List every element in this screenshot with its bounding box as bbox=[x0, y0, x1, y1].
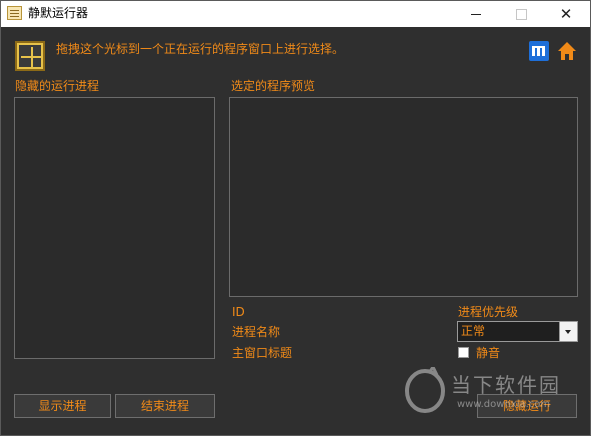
close-icon: ✕ bbox=[559, 5, 573, 23]
hide-run-button[interactable]: 隐藏运行 bbox=[477, 394, 577, 418]
priority-select[interactable]: 正常 bbox=[457, 321, 578, 342]
minimize-icon bbox=[471, 13, 481, 15]
window-title: 静默运行器 bbox=[28, 6, 89, 20]
maximize-button[interactable] bbox=[499, 1, 543, 27]
hidden-processes-label: 隐藏的运行进程 bbox=[15, 79, 100, 93]
watermark-logo-icon bbox=[405, 364, 445, 413]
app-window: 静默运行器 ✕ 拖拽这个光标到一个正在运行的程序窗口上进行选择。 隐藏的运行进程… bbox=[0, 0, 591, 436]
priority-label: 进程优先级 bbox=[458, 305, 519, 319]
program-preview bbox=[229, 97, 578, 297]
process-name-label: 进程名称 bbox=[232, 325, 281, 339]
instruction-text: 拖拽这个光标到一个正在运行的程序窗口上进行选择。 bbox=[56, 42, 345, 56]
hidden-process-list[interactable] bbox=[14, 97, 215, 359]
title-bar[interactable]: 静默运行器 ✕ bbox=[1, 1, 590, 27]
maximize-icon bbox=[515, 8, 527, 20]
crosshair-icon[interactable] bbox=[15, 41, 45, 71]
info-icon[interactable] bbox=[529, 41, 549, 61]
mute-checkbox[interactable] bbox=[458, 347, 469, 358]
app-icon bbox=[7, 6, 22, 20]
id-label: ID bbox=[232, 305, 245, 319]
home-icon[interactable] bbox=[557, 41, 577, 61]
crosshair-inner bbox=[19, 45, 41, 67]
mute-label: 静音 bbox=[476, 346, 501, 360]
minimize-button[interactable] bbox=[454, 1, 498, 27]
chevron-down-icon[interactable] bbox=[559, 322, 577, 341]
close-button[interactable]: ✕ bbox=[544, 1, 588, 27]
priority-value: 正常 bbox=[461, 324, 486, 338]
show-process-button[interactable]: 显示进程 bbox=[14, 394, 111, 418]
kill-process-button[interactable]: 结束进程 bbox=[115, 394, 215, 418]
main-window-title-label: 主窗口标题 bbox=[232, 346, 293, 360]
preview-label: 选定的程序预览 bbox=[231, 79, 316, 93]
